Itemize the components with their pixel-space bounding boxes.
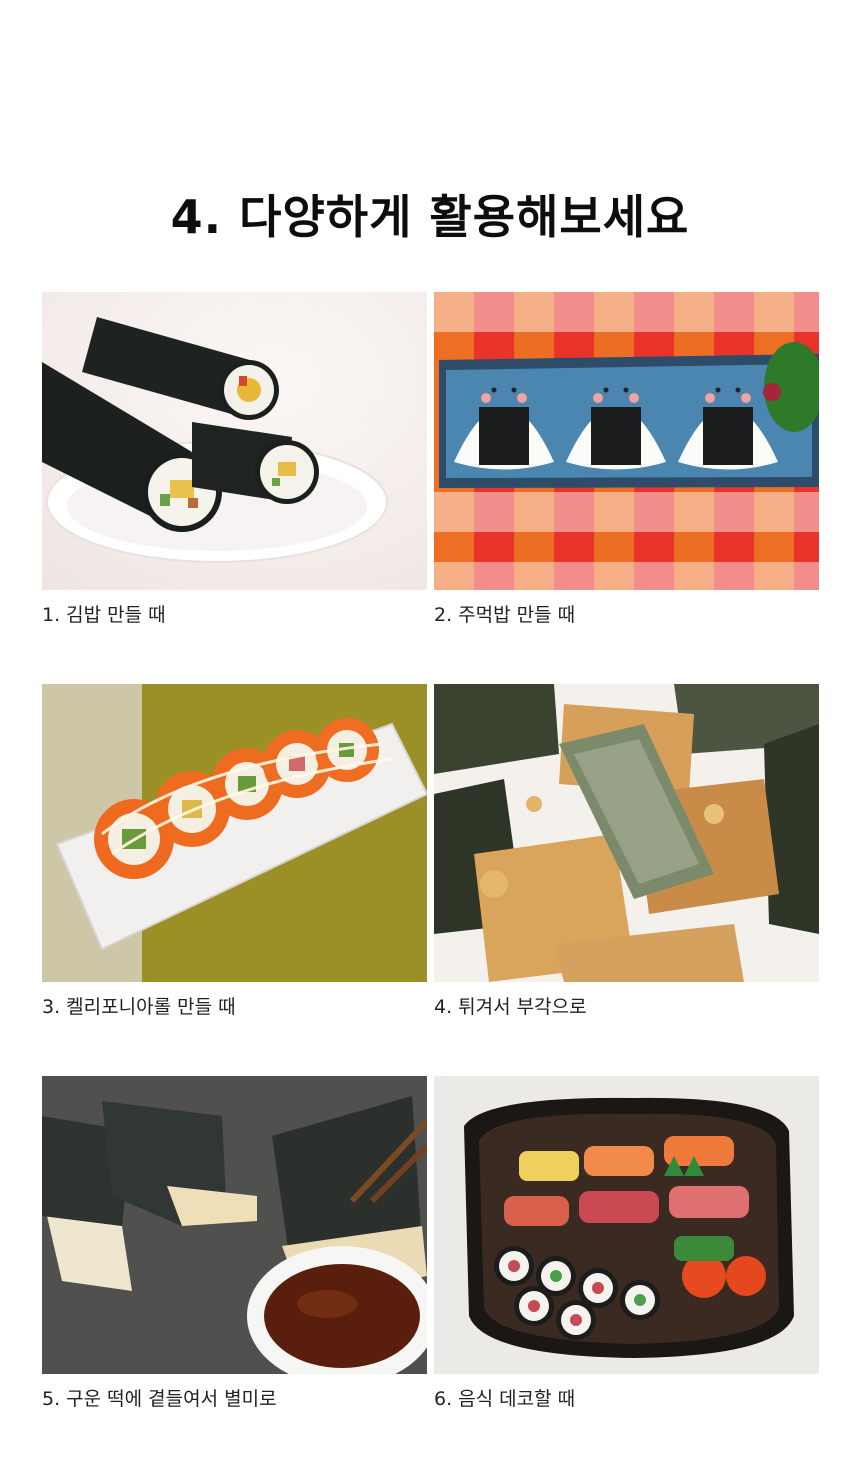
california-roll-photo: [42, 684, 427, 982]
fried-seaweed-photo: [434, 684, 819, 982]
caption-kimbap: 1. 김밥 만들 때: [42, 604, 166, 626]
usage-card-sushi-platter: 6. 음식 데코할 때: [434, 1076, 819, 1411]
page-title: 4. 다양하게 활용해보세요: [170, 189, 690, 244]
grilled-ricecake-photo: [42, 1076, 427, 1374]
usage-card-california-roll: 3. 켈리포니아롤 만들 때: [42, 684, 427, 1019]
usage-card-fried-seaweed: 4. 튀겨서 부각으로: [434, 684, 819, 1019]
caption-sushi-platter: 6. 음식 데코할 때: [434, 1388, 576, 1410]
caption-california-roll: 3. 켈리포니아롤 만들 때: [42, 996, 236, 1018]
caption-onigiri: 2. 주먹밥 만들 때: [434, 604, 576, 626]
caption-fried-seaweed: 4. 튀겨서 부각으로: [434, 996, 587, 1018]
sushi-platter-photo: [434, 1076, 819, 1374]
usage-card-kimbap: 1. 김밥 만들 때: [42, 292, 427, 627]
caption-grilled-ricecake: 5. 구운 떡에 곁들여서 별미로: [42, 1388, 277, 1410]
onigiri-photo: [434, 292, 819, 590]
kimbap-rolls-photo: [42, 292, 427, 590]
usage-card-grilled-ricecake: 5. 구운 떡에 곁들여서 별미로: [42, 1076, 427, 1411]
usage-card-onigiri: 2. 주먹밥 만들 때: [434, 292, 819, 627]
